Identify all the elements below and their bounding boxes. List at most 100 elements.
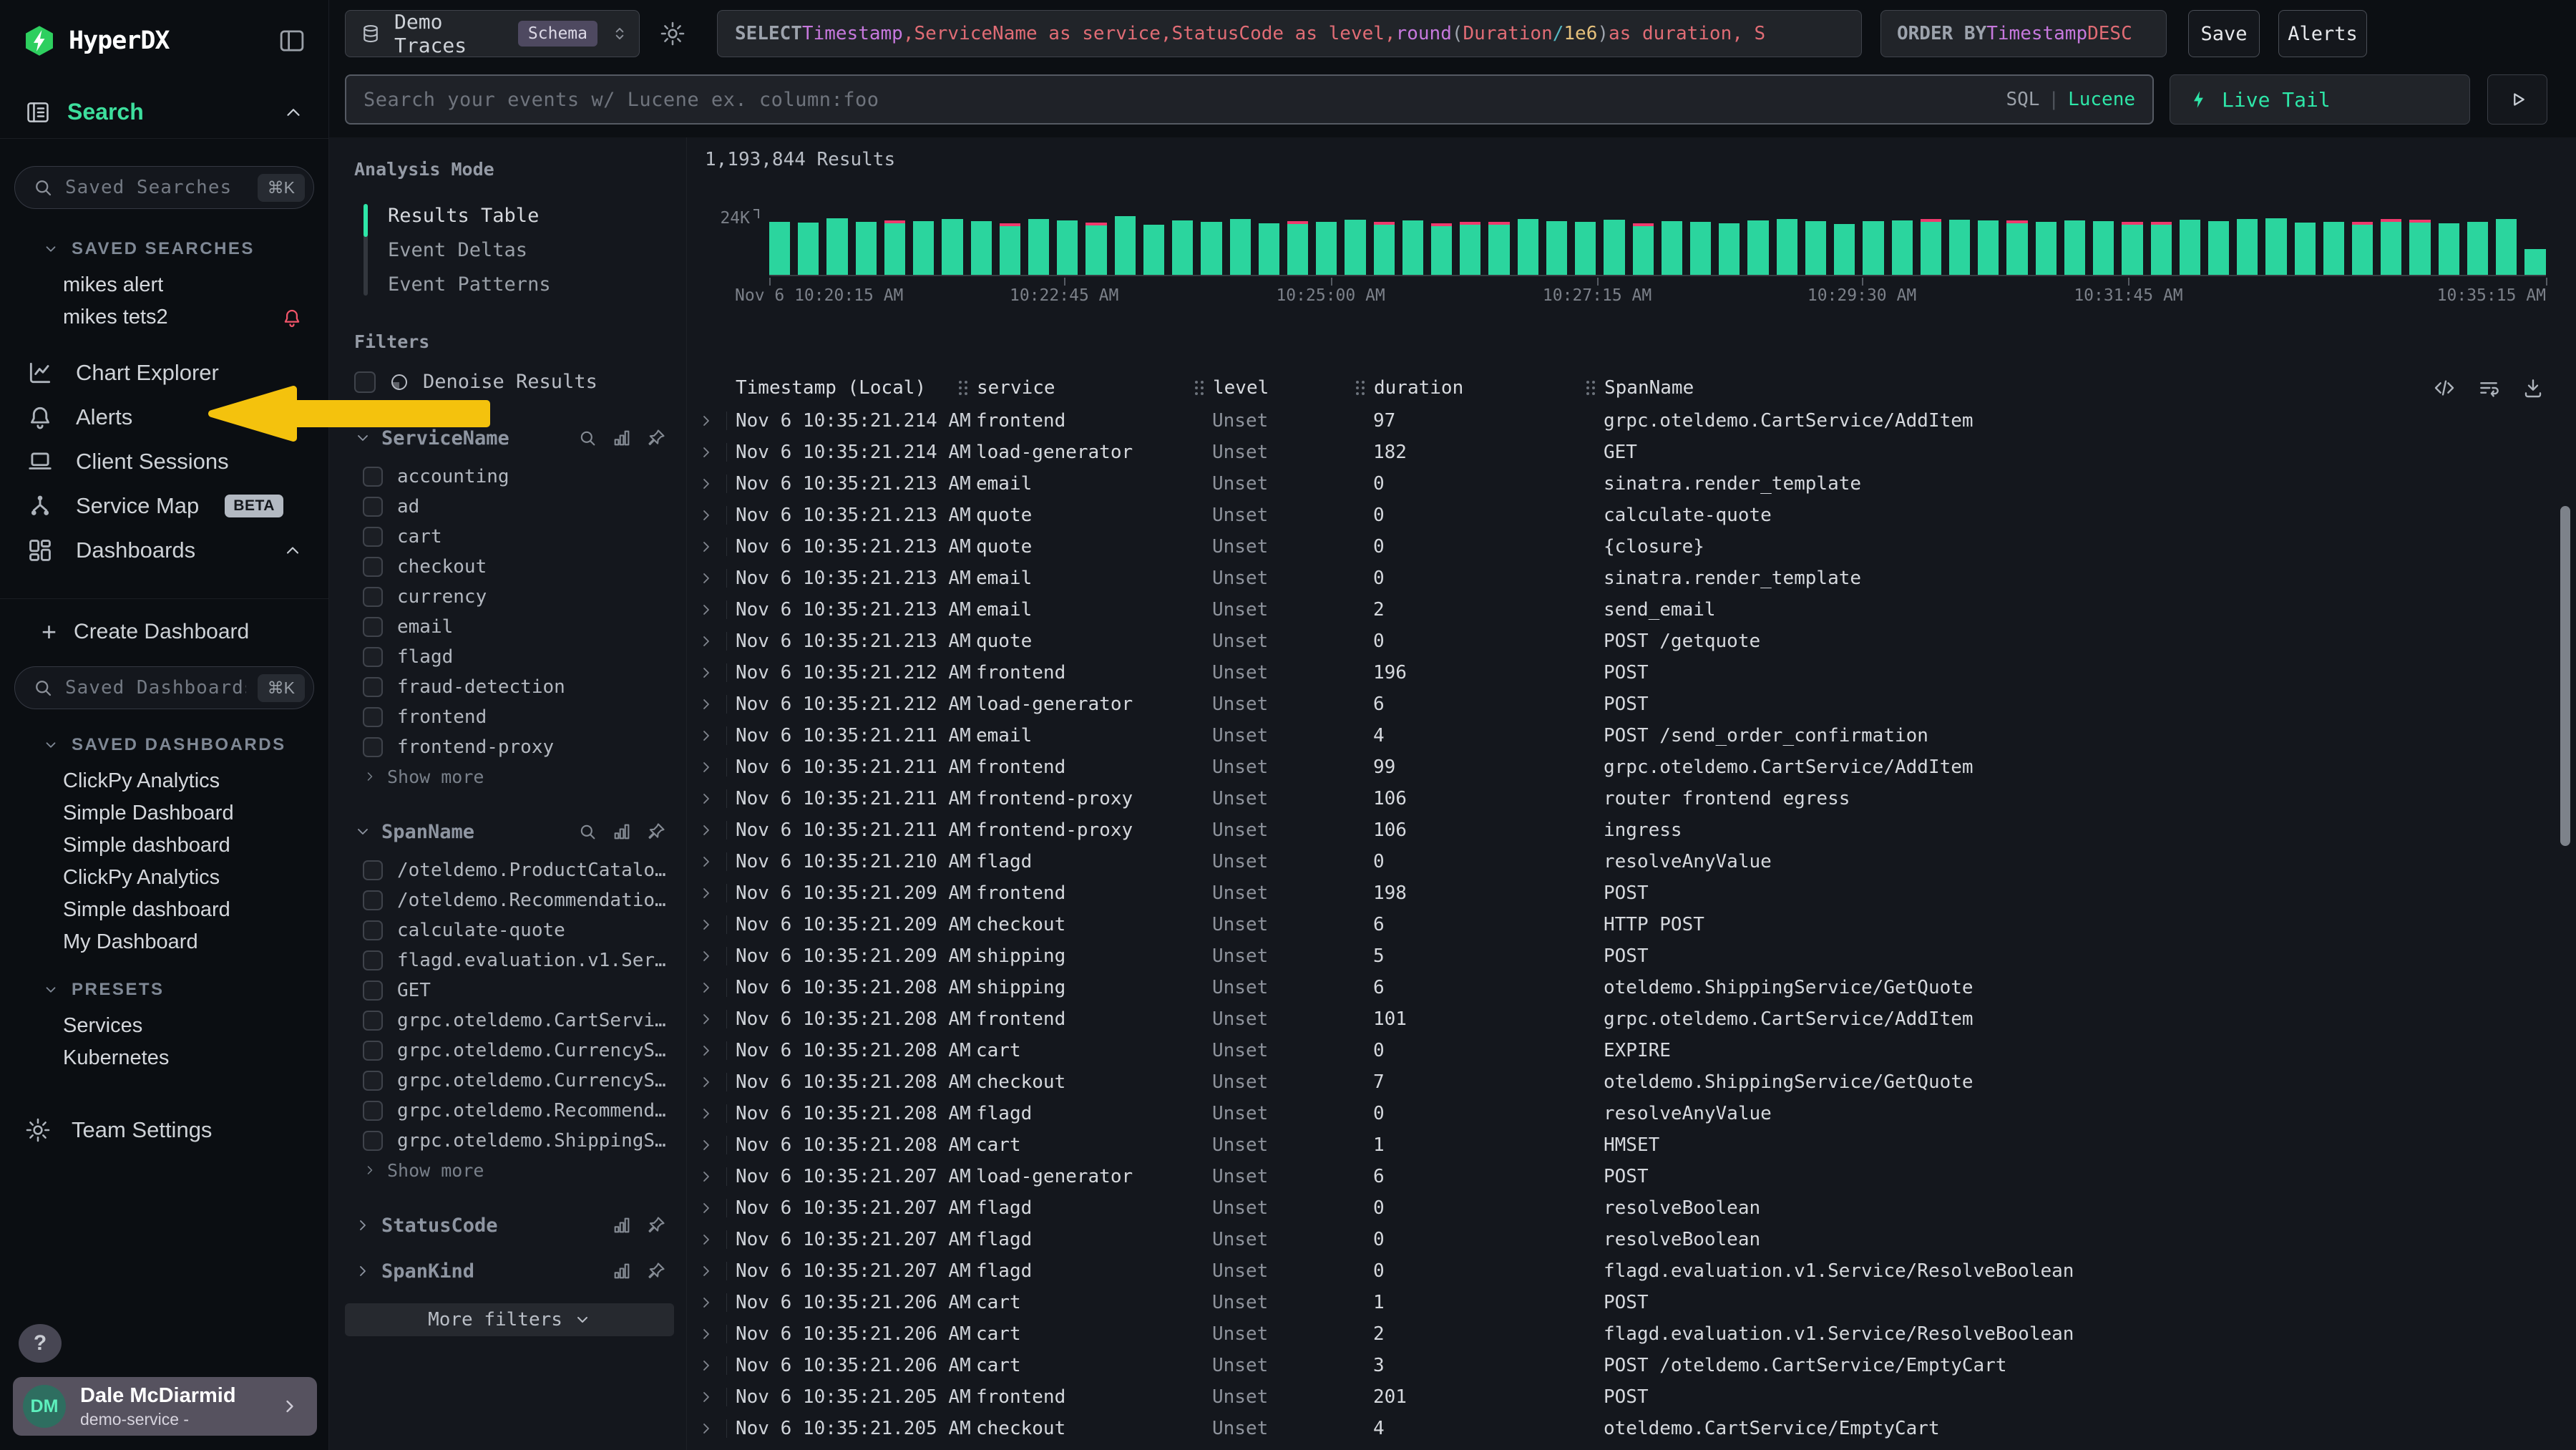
histogram-bar[interactable] bbox=[1863, 221, 1883, 275]
chevron-down-icon[interactable] bbox=[354, 823, 371, 840]
histogram-bar[interactable] bbox=[2151, 222, 2172, 275]
order-by-input[interactable]: ORDER BY Timestamp DESC bbox=[1880, 10, 2167, 57]
schema-badge[interactable]: Schema bbox=[518, 21, 597, 47]
table-row[interactable]: Nov 6 10:35:21.206 AM cart Unset 1 POST bbox=[698, 1287, 2555, 1318]
column-header-spanname[interactable]: SpanName bbox=[1604, 377, 2555, 399]
expand-row-icon[interactable] bbox=[698, 821, 736, 840]
table-row[interactable]: Nov 6 10:35:21.213 AM email Unset 0 sina… bbox=[698, 468, 2555, 500]
checkbox[interactable] bbox=[363, 860, 383, 880]
histogram-bar[interactable] bbox=[2295, 223, 2316, 275]
checkbox[interactable] bbox=[363, 1131, 383, 1151]
analysis-mode-results-table[interactable]: Results Table bbox=[388, 198, 666, 233]
facet-value-checkbox[interactable]: /oteldemo.Recommendatio… bbox=[354, 885, 666, 915]
expand-row-icon[interactable] bbox=[698, 506, 736, 525]
table-row[interactable]: Nov 6 10:35:21.213 AM quote Unset 0 POST… bbox=[698, 626, 2555, 657]
show-more-button[interactable]: Show more bbox=[354, 762, 666, 791]
show-more-button[interactable]: Show more bbox=[354, 1156, 666, 1184]
facet-value-checkbox[interactable]: currency bbox=[354, 582, 666, 612]
expand-row-icon[interactable] bbox=[698, 726, 736, 745]
histogram-bar[interactable] bbox=[2237, 219, 2258, 275]
saved-dashboard-item[interactable]: ClickPy Analytics bbox=[0, 765, 328, 797]
saved-dashboard-item[interactable]: My Dashboard bbox=[0, 926, 328, 958]
facet-value-checkbox[interactable]: fraud-detection bbox=[354, 672, 666, 702]
table-row[interactable]: Nov 6 10:35:21.208 AM checkout Unset 7 o… bbox=[698, 1066, 2555, 1098]
histogram-bar[interactable] bbox=[1374, 222, 1395, 275]
table-row[interactable]: Nov 6 10:35:21.210 AM flagd Unset 0 reso… bbox=[698, 846, 2555, 877]
histogram-bar[interactable] bbox=[1402, 220, 1423, 275]
table-row[interactable]: Nov 6 10:35:21.211 AM frontend-proxy Uns… bbox=[698, 814, 2555, 846]
expand-row-icon[interactable] bbox=[698, 1104, 736, 1123]
facet-chart-icon[interactable] bbox=[612, 428, 632, 448]
histogram-bar[interactable] bbox=[2409, 220, 2430, 275]
drag-handle-icon[interactable] bbox=[1356, 381, 1365, 396]
table-row[interactable]: Nov 6 10:35:21.208 AM cart Unset 0 EXPIR… bbox=[698, 1035, 2555, 1066]
histogram-bar[interactable] bbox=[1690, 222, 1711, 275]
histogram-bar[interactable] bbox=[2093, 221, 2114, 275]
scrollbar[interactable] bbox=[2560, 506, 2570, 846]
histogram-bar[interactable] bbox=[1518, 219, 1538, 275]
table-row[interactable]: Nov 6 10:35:21.205 AM frontend Unset 201… bbox=[698, 1381, 2555, 1413]
facet-value-checkbox[interactable]: cart bbox=[354, 522, 666, 552]
saved-dashboards-group-header[interactable]: SAVED DASHBOARDS bbox=[43, 735, 328, 755]
expand-row-icon[interactable] bbox=[698, 789, 736, 808]
histogram-bar[interactable] bbox=[1345, 220, 1365, 275]
chevron-right-icon[interactable] bbox=[354, 1217, 371, 1234]
drag-handle-icon[interactable] bbox=[1586, 381, 1596, 396]
preset-item[interactable]: Services bbox=[0, 1010, 328, 1042]
facet-value-checkbox[interactable]: grpc.oteldemo.CurrencyS… bbox=[354, 1036, 666, 1066]
brand[interactable]: HyperDX bbox=[23, 24, 170, 57]
sidebar-item-dashboards[interactable]: Dashboards bbox=[0, 528, 328, 573]
expand-row-icon[interactable] bbox=[698, 1419, 736, 1438]
histogram-bar[interactable] bbox=[2036, 222, 2057, 275]
expand-row-icon[interactable] bbox=[698, 695, 736, 714]
histogram-bar[interactable] bbox=[913, 221, 934, 275]
create-dashboard-button[interactable]: + Create Dashboard bbox=[0, 613, 328, 651]
expand-row-icon[interactable] bbox=[698, 1073, 736, 1091]
language-toggle-lucene[interactable]: Lucene bbox=[2068, 89, 2135, 110]
facet-value-checkbox[interactable]: accounting bbox=[354, 462, 666, 492]
table-row[interactable]: Nov 6 10:35:21.207 AM load-generator Uns… bbox=[698, 1161, 2555, 1192]
expand-row-icon[interactable] bbox=[698, 412, 736, 430]
checkbox[interactable] bbox=[363, 497, 383, 517]
histogram-bar[interactable] bbox=[1316, 222, 1337, 275]
checkbox[interactable] bbox=[363, 467, 383, 487]
expand-row-icon[interactable] bbox=[698, 1356, 736, 1375]
column-header-level[interactable]: level bbox=[1212, 377, 1373, 399]
facet-chart-icon[interactable] bbox=[612, 1261, 632, 1281]
checkbox[interactable] bbox=[363, 950, 383, 970]
table-row[interactable]: Nov 6 10:35:21.207 AM flagd Unset 0 flag… bbox=[698, 1255, 2555, 1287]
histogram-bar[interactable] bbox=[2524, 249, 2545, 275]
expand-row-icon[interactable] bbox=[698, 1325, 736, 1343]
checkbox[interactable] bbox=[363, 647, 383, 667]
histogram-bar[interactable] bbox=[884, 220, 905, 275]
expand-row-icon[interactable] bbox=[698, 1136, 736, 1154]
checkbox[interactable] bbox=[363, 981, 383, 1001]
checkbox[interactable] bbox=[363, 737, 383, 757]
source-select[interactable]: Demo Traces Schema bbox=[345, 10, 640, 57]
histogram-bar[interactable] bbox=[2439, 223, 2459, 275]
play-button[interactable] bbox=[2487, 74, 2547, 125]
histogram-bar[interactable] bbox=[1575, 222, 1596, 275]
facet-pin-icon[interactable] bbox=[646, 1215, 666, 1235]
expand-row-icon[interactable] bbox=[698, 1041, 736, 1060]
facet-search-icon[interactable] bbox=[577, 822, 597, 842]
histogram-bar[interactable] bbox=[1259, 223, 1279, 275]
facet-value-checkbox[interactable]: GET bbox=[354, 975, 666, 1006]
help-button[interactable]: ? bbox=[19, 1324, 62, 1363]
live-tail-button[interactable]: Live Tail bbox=[2170, 74, 2470, 125]
table-row[interactable]: Nov 6 10:35:21.209 AM frontend Unset 198… bbox=[698, 877, 2555, 909]
expand-row-icon[interactable] bbox=[698, 978, 736, 997]
analysis-mode-event-deltas[interactable]: Event Deltas bbox=[388, 233, 666, 267]
language-toggle-sql[interactable]: SQL bbox=[2006, 89, 2039, 110]
facet-value-checkbox[interactable]: grpc.oteldemo.Recommend… bbox=[354, 1096, 666, 1126]
facet-header-SpanName[interactable]: SpanName bbox=[354, 818, 666, 845]
expand-row-icon[interactable] bbox=[698, 475, 736, 493]
table-row[interactable]: Nov 6 10:35:21.213 AM quote Unset 0 {clo… bbox=[698, 531, 2555, 563]
histogram-bar[interactable] bbox=[971, 221, 992, 275]
table-row[interactable]: Nov 6 10:35:21.213 AM email Unset 2 send… bbox=[698, 594, 2555, 626]
column-header-duration[interactable]: duration bbox=[1373, 377, 1604, 399]
checkbox[interactable] bbox=[363, 557, 383, 577]
presets-group-header[interactable]: PRESETS bbox=[43, 980, 328, 1000]
chevron-up-icon[interactable] bbox=[283, 102, 304, 123]
table-row[interactable]: Nov 6 10:35:21.213 AM quote Unset 0 calc… bbox=[698, 500, 2555, 531]
